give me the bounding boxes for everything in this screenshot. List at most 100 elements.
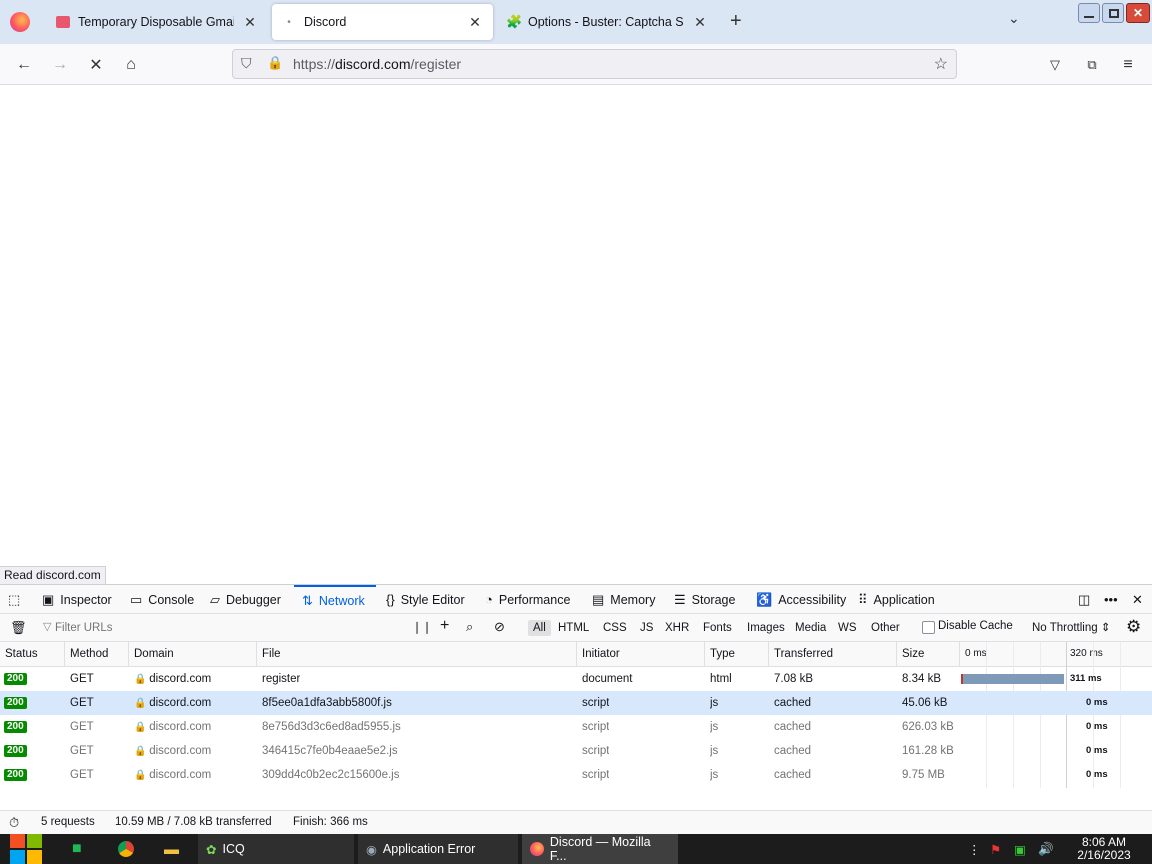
column-initiator[interactable]: Initiator	[577, 642, 705, 666]
close-icon[interactable]: ✕	[692, 14, 708, 31]
star-icon[interactable]: ☆	[934, 54, 948, 74]
tab-console[interactable]: ▭ Console	[130, 585, 194, 614]
tab-storage[interactable]: ☰ Storage	[674, 585, 735, 614]
column-file[interactable]: File	[257, 642, 577, 666]
restore-button[interactable]	[1102, 3, 1124, 23]
shield-icon[interactable]: ⛉	[241, 55, 252, 72]
initiator-cell: script	[582, 745, 610, 757]
column-size[interactable]: Size	[897, 642, 960, 666]
filter-type-html[interactable]: HTML	[553, 620, 594, 636]
filter-type-other[interactable]: Other	[866, 620, 905, 636]
spotify-taskbar-icon[interactable]: ■	[64, 834, 90, 864]
column-method[interactable]: Method	[65, 642, 129, 666]
timing-label: 0 ms	[1086, 697, 1108, 708]
tab-inspector[interactable]: ▣ Inspector	[42, 585, 112, 614]
close-window-button[interactable]: ✕	[1126, 3, 1150, 23]
filter-type-media[interactable]: Media	[790, 620, 831, 636]
filter-type-images[interactable]: Images	[742, 620, 790, 636]
column-domain[interactable]: Domain	[129, 642, 257, 666]
more-options-button[interactable]: •••	[1104, 585, 1118, 614]
tab-label: Temporary Disposable Gmail |	[78, 15, 234, 29]
tab-discord[interactable]: • Discord ✕	[272, 4, 493, 40]
tab-application[interactable]: ⠿ Application	[858, 585, 935, 614]
tab-buster-options[interactable]: 🧩 Options - Buster: Captcha Sol ✕	[496, 4, 718, 40]
dock-toggle-button[interactable]: ◫	[1078, 585, 1090, 614]
file-explorer-taskbar-icon[interactable]: ▬	[156, 834, 187, 864]
filter-type-xhr[interactable]: XHR	[660, 620, 694, 636]
start-button[interactable]	[10, 834, 42, 864]
tab-memory[interactable]: ▤ Memory	[592, 585, 655, 614]
throttling-select[interactable]: No Throttling ⇕	[1032, 620, 1110, 634]
extensions-button[interactable]: ⧉	[1079, 52, 1105, 78]
home-button[interactable]: ⌂	[118, 52, 144, 78]
lock-icon[interactable]: 🔒	[267, 55, 283, 71]
column-waterfall[interactable]: 0 ms 320 ms	[960, 642, 1152, 666]
search-icon[interactable]: ⌕	[466, 619, 473, 635]
tab-label: Application	[873, 592, 935, 607]
filter-type-all[interactable]: All	[528, 620, 551, 636]
taskbar-item-application-error[interactable]: ◉ Application Error	[358, 834, 518, 864]
tab-accessibility[interactable]: ♿ Accessibility	[756, 585, 846, 614]
page-content[interactable]	[0, 85, 1152, 584]
table-row[interactable]: 200 GET 🔒 discord.com 346415c7fe0b4eaae5e2.…	[0, 739, 1152, 763]
table-row[interactable]: 200 GET 🔒 discord.com register document html 7…	[0, 667, 1152, 691]
volume-icon[interactable]: 🔊	[1030, 834, 1062, 864]
tab-debugger[interactable]: ▱ Debugger	[210, 585, 281, 614]
tab-network[interactable]: ⇅ Network	[294, 585, 376, 614]
status-code: 200	[4, 720, 27, 733]
close-icon[interactable]: ✕	[242, 14, 258, 31]
filter-type-js[interactable]: JS	[635, 620, 658, 636]
minimize-button[interactable]	[1078, 3, 1100, 23]
gear-icon[interactable]: ⚙	[1126, 617, 1141, 637]
taskbar-item-icq[interactable]: ✿ ICQ	[198, 834, 354, 864]
memory-chip-icon: ▤	[592, 591, 605, 607]
url-bar[interactable]: ⛉ 🔒 https://discord.com/register ☆	[232, 49, 957, 79]
disable-cache-checkbox[interactable]	[922, 621, 935, 634]
tab-label: Discord	[304, 15, 347, 29]
tab-temporary-gmail[interactable]: Temporary Disposable Gmail | ✕	[46, 4, 268, 40]
pause-icon[interactable]: ❘❘	[412, 620, 432, 634]
disable-cache-label[interactable]: Disable Cache	[938, 620, 1013, 632]
chrome-taskbar-icon[interactable]	[110, 834, 142, 864]
forward-button[interactable]: →	[47, 52, 73, 78]
table-row[interactable]: 200 GET 🔒 discord.com 309dd4c0b2ec2c15600e.…	[0, 763, 1152, 787]
table-row[interactable]: 200 GET 🔒 discord.com 8f5ee0a1dfa3abb5800f.…	[0, 691, 1152, 715]
tab-performance[interactable]: ◔ Performance	[485, 585, 570, 614]
element-picker-button[interactable]: ⬚	[8, 585, 20, 614]
stop-button[interactable]: ✕	[83, 52, 109, 78]
trash-icon[interactable]: 🗑	[10, 620, 27, 636]
filter-icon: ▽	[43, 621, 52, 633]
column-type[interactable]: Type	[705, 642, 769, 666]
firefox-menu-icon[interactable]	[10, 12, 30, 32]
taskbar-item-discord-firefox[interactable]: Discord — Mozilla F...	[522, 834, 678, 864]
clock[interactable]: 8:06 AM 2/16/2023	[1062, 836, 1146, 862]
back-button[interactable]: ←	[11, 52, 37, 78]
table-row[interactable]: 200 GET 🔒 discord.com 8e756d3d3c6ed8ad5955.…	[0, 715, 1152, 739]
new-tab-button[interactable]: +	[730, 10, 742, 33]
tab-label: Performance	[498, 592, 571, 607]
taskbar-item-label: Discord — Mozilla F...	[549, 835, 651, 863]
lock-icon: 🔒	[134, 770, 150, 781]
filter-type-ws[interactable]: WS	[833, 620, 862, 636]
status-code: 200	[4, 696, 27, 709]
size-cell: 45.06 kB	[902, 697, 948, 709]
plus-icon[interactable]: +	[440, 617, 449, 635]
filter-urls-input[interactable]	[55, 619, 395, 637]
tab-label: Options - Buster: Captcha Sol	[528, 15, 684, 29]
block-icon[interactable]: ⊘	[494, 619, 505, 635]
pocket-button[interactable]: ▽	[1042, 52, 1068, 78]
app-menu-button[interactable]: ≡	[1115, 52, 1141, 78]
url-text[interactable]: https://discord.com/register	[293, 56, 461, 72]
list-all-tabs-button[interactable]: ⌄	[1008, 10, 1020, 27]
method-cell: GET	[70, 697, 94, 709]
filter-type-css[interactable]: CSS	[598, 620, 632, 636]
close-devtools-button[interactable]: ✕	[1132, 585, 1143, 614]
puzzle-icon: ⧉	[1087, 57, 1097, 72]
close-icon[interactable]: ✕	[467, 14, 483, 31]
column-status[interactable]: Status	[0, 642, 65, 666]
column-transferred[interactable]: Transferred	[769, 642, 897, 666]
waterfall-bar[interactable]	[961, 674, 1064, 684]
tab-style-editor[interactable]: {} Style Editor	[386, 585, 465, 614]
filter-type-fonts[interactable]: Fonts	[698, 620, 737, 636]
domain-cell: 🔒 discord.com	[134, 739, 211, 763]
